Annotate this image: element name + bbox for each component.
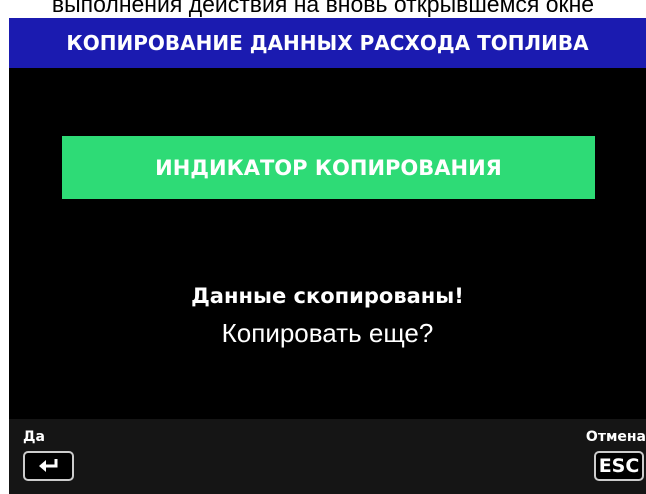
- screen-title: КОПИРОВАНИЕ ДАННЫХ РАСХОДА ТОПЛИВА: [66, 31, 589, 55]
- caption-text: выполнения действия на вновь открывшемся…: [51, 0, 595, 17]
- esc-button[interactable]: ESC: [594, 451, 644, 481]
- device-screen: КОПИРОВАНИЕ ДАННЫХ РАСХОДА ТОПЛИВА ИНДИК…: [9, 18, 646, 494]
- softkey-bar: Да Отмена ESC: [9, 419, 646, 494]
- prompt-question: Копировать еще?: [221, 318, 434, 348]
- enter-icon: [38, 457, 60, 476]
- esc-key-label: ESC: [598, 455, 640, 477]
- yes-button[interactable]: [23, 451, 74, 481]
- status-message: Данные скопированы!: [191, 284, 464, 308]
- page: выполнения действия на вновь открывшемся…: [0, 0, 646, 494]
- cancel-softkey-label: Отмена: [585, 429, 646, 445]
- indicator-label: ИНДИКАТОР КОПИРОВАНИЯ: [155, 155, 502, 180]
- copy-progress-indicator: ИНДИКАТОР КОПИРОВАНИЯ: [62, 136, 595, 199]
- screen-header: КОПИРОВАНИЕ ДАННЫХ РАСХОДА ТОПЛИВА: [9, 18, 646, 68]
- yes-softkey-label: Да: [23, 429, 45, 445]
